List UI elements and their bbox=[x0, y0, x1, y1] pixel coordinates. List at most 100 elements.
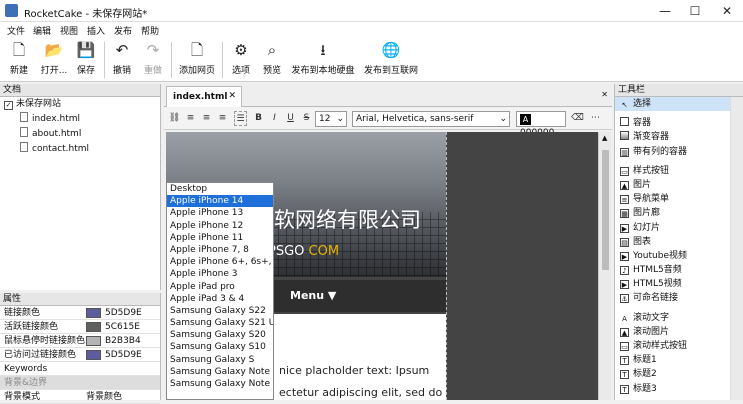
tool-gallery[interactable]: ▦ 图片廊 bbox=[615, 206, 743, 220]
menu-edit[interactable]: 编辑 bbox=[33, 24, 51, 37]
color-swatch[interactable] bbox=[86, 350, 101, 360]
device-option[interactable]: Apple iPhone 3 bbox=[167, 268, 273, 280]
tool-container[interactable]: 容器 bbox=[615, 116, 743, 130]
device-option[interactable]: Samsung Galaxy S22 bbox=[167, 305, 273, 317]
save-button[interactable]: 💾 保存 bbox=[72, 40, 100, 80]
tool-heading-3[interactable]: T 标题3 bbox=[615, 382, 743, 396]
heading-icon: T bbox=[620, 370, 629, 380]
underline-icon[interactable]: U bbox=[284, 111, 297, 126]
tool-named-link[interactable]: ⚓ 可命名链接 bbox=[615, 291, 743, 305]
menu-view[interactable]: 视图 bbox=[60, 24, 78, 37]
erase-icon[interactable]: ⌫ bbox=[571, 111, 584, 126]
color-swatch[interactable] bbox=[86, 308, 101, 318]
new-button[interactable]: 🗋 新建 bbox=[5, 40, 33, 80]
tree-site-root[interactable]: ✓ 未保存网站 bbox=[0, 97, 160, 112]
device-option[interactable]: Apple iPhone 7, 8 bbox=[167, 244, 273, 256]
tools-scrollbar[interactable] bbox=[730, 97, 743, 400]
tool-scroll-style-button[interactable]: ▭ 滚动样式按钮 bbox=[615, 339, 743, 353]
device-option[interactable]: Apple iPhone 11 bbox=[167, 232, 273, 244]
color-swatch[interactable] bbox=[86, 322, 101, 332]
text-color-field[interactable]: A 000000 bbox=[516, 111, 566, 138]
device-dropdown-list[interactable]: Desktop Apple iPhone 14 Apple iPhone 13 … bbox=[166, 182, 274, 400]
italic-icon[interactable]: I bbox=[268, 111, 281, 126]
list-icon[interactable]: ☰ bbox=[234, 111, 247, 126]
tool-html5-video[interactable]: ▶ HTML5视频 bbox=[615, 277, 743, 291]
open-button[interactable]: 📂 打开... bbox=[38, 40, 70, 80]
tree-file-index[interactable]: index.html bbox=[0, 112, 160, 127]
publish-local-button[interactable]: ⭳ 发布到本地硬盘 bbox=[290, 40, 356, 80]
tool-chart[interactable]: ▤ 图表 bbox=[615, 235, 743, 249]
prop-row-visited-link-color[interactable]: 已访问过链接颜色 5D5D9E bbox=[0, 348, 160, 362]
minimize-button[interactable]: — bbox=[650, 0, 680, 22]
canvas-scrollbar[interactable]: ▲ bbox=[598, 132, 611, 400]
device-option[interactable]: Apple iPhone 13 bbox=[167, 207, 273, 219]
gallery-icon: ▦ bbox=[620, 209, 629, 219]
prop-row-link-color[interactable]: 链接颜色 5D5D9E bbox=[0, 306, 160, 320]
device-option[interactable]: Desktop bbox=[167, 183, 273, 195]
publish-web-button[interactable]: 🌐 发布到互联网 bbox=[362, 40, 420, 80]
align-left-icon[interactable]: ≡ bbox=[184, 111, 197, 126]
options-button[interactable]: ⚙ 选项 bbox=[227, 40, 255, 80]
device-option[interactable]: Apple iPhone 6+, 6s+, 7+ bbox=[167, 256, 273, 268]
nav-menu[interactable]: Menu ▼ bbox=[290, 289, 336, 302]
youtube-icon: ▶ bbox=[620, 251, 629, 261]
device-option[interactable]: Apple iPad pro bbox=[167, 281, 273, 293]
device-option[interactable]: Samsung Galaxy Note bbox=[167, 378, 273, 390]
tool-nav-menu[interactable]: ≡ 导航菜单 bbox=[615, 192, 743, 206]
tab-close-panel-icon[interactable]: ✕ bbox=[601, 90, 608, 99]
more-icon[interactable]: ⋯ bbox=[589, 111, 602, 126]
menu-publish[interactable]: 发布 bbox=[114, 24, 132, 37]
content-line: ectetur adipiscing elit, sed do bbox=[279, 386, 443, 399]
prop-row-hover-link-color[interactable]: 鼠标悬停时链接颜色 B2B3B4 bbox=[0, 334, 160, 348]
device-option[interactable]: Apple iPad 3 & 4 bbox=[167, 293, 273, 305]
tools-panel-header: 工具栏 bbox=[615, 84, 743, 97]
tool-image[interactable]: ▲ 图片 bbox=[615, 178, 743, 192]
bold-icon[interactable]: B bbox=[252, 111, 265, 126]
device-option-selected[interactable]: Apple iPhone 14 bbox=[167, 195, 273, 208]
font-size-select[interactable]: 12 ⌄ bbox=[315, 111, 347, 127]
maximize-button[interactable]: ☐ bbox=[680, 0, 710, 22]
menu-help[interactable]: 帮助 bbox=[141, 24, 159, 37]
font-family-select[interactable]: Arial, Helvetica, sans-serif ⌄ bbox=[352, 111, 510, 127]
scrollbar-thumb[interactable] bbox=[602, 150, 609, 270]
tool-scroll-text[interactable]: A 滚动文字 bbox=[615, 311, 743, 325]
prop-row-active-link-color[interactable]: 活跃链接颜色 5C615E bbox=[0, 320, 160, 334]
title-bar: RocketCake - 未保存网站* — ☐ ✕ bbox=[0, 0, 743, 22]
device-option[interactable]: Samsung Galaxy Note 2 bbox=[167, 366, 273, 378]
tool-html5-audio[interactable]: ♪ HTML5音频 bbox=[615, 263, 743, 277]
tool-select[interactable]: ↖ 选择 bbox=[615, 97, 743, 112]
preview-button[interactable]: ⌕ 预览 bbox=[258, 40, 286, 80]
audio-icon: ♪ bbox=[620, 266, 629, 276]
add-page-button[interactable]: 🗋 添加网页 bbox=[176, 40, 218, 80]
close-tab-icon[interactable]: ✕ bbox=[228, 91, 236, 101]
undo-button[interactable]: ↶ 撤销 bbox=[108, 40, 136, 80]
align-right-icon[interactable]: ≡ bbox=[216, 111, 229, 126]
tool-column-container[interactable]: ▥ 带有列的容器 bbox=[615, 145, 743, 159]
color-swatch[interactable] bbox=[86, 336, 101, 346]
menu-insert[interactable]: 插入 bbox=[87, 24, 105, 37]
device-option[interactable]: Samsung Galaxy S bbox=[167, 354, 273, 366]
device-option[interactable]: Samsung Galaxy S10 bbox=[167, 341, 273, 353]
close-button[interactable]: ✕ bbox=[712, 0, 742, 22]
strikethrough-icon[interactable]: S bbox=[300, 111, 313, 126]
prop-row-keywords[interactable]: Keywords bbox=[0, 362, 160, 376]
scroll-up-icon[interactable]: ▲ bbox=[602, 134, 607, 142]
tool-heading-2[interactable]: T 标题2 bbox=[615, 367, 743, 381]
tool-scroll-image[interactable]: ▲ 滚动图片 bbox=[615, 325, 743, 339]
tree-file-contact[interactable]: contact.html bbox=[0, 142, 160, 157]
align-center-icon[interactable]: ≡ bbox=[200, 111, 213, 126]
tool-youtube-video[interactable]: ▶ Youtube视频 bbox=[615, 249, 743, 263]
device-option[interactable]: Apple iPhone 12 bbox=[167, 220, 273, 232]
tool-heading-1[interactable]: T 标题1 bbox=[615, 353, 743, 367]
tool-slideshow[interactable]: ▶ 幻灯片 bbox=[615, 221, 743, 235]
device-option[interactable]: Samsung Galaxy S20 bbox=[167, 329, 273, 341]
tool-gradient-container[interactable]: 渐变容器 bbox=[615, 130, 743, 144]
prop-row-background-mode[interactable]: 背景模式 背景颜色 bbox=[0, 390, 160, 404]
tab-index-html[interactable]: index.html ✕ bbox=[166, 86, 242, 107]
menu-file[interactable]: 文件 bbox=[7, 24, 25, 37]
redo-button[interactable]: ↷ 重做 bbox=[139, 40, 167, 80]
tool-style-button[interactable]: ▭ 样式按钮 bbox=[615, 164, 743, 178]
device-option[interactable]: Samsung Galaxy S21 Ultra bbox=[167, 317, 273, 329]
link-icon[interactable]: ⛓ bbox=[168, 111, 181, 126]
tree-file-about[interactable]: about.html bbox=[0, 127, 160, 142]
